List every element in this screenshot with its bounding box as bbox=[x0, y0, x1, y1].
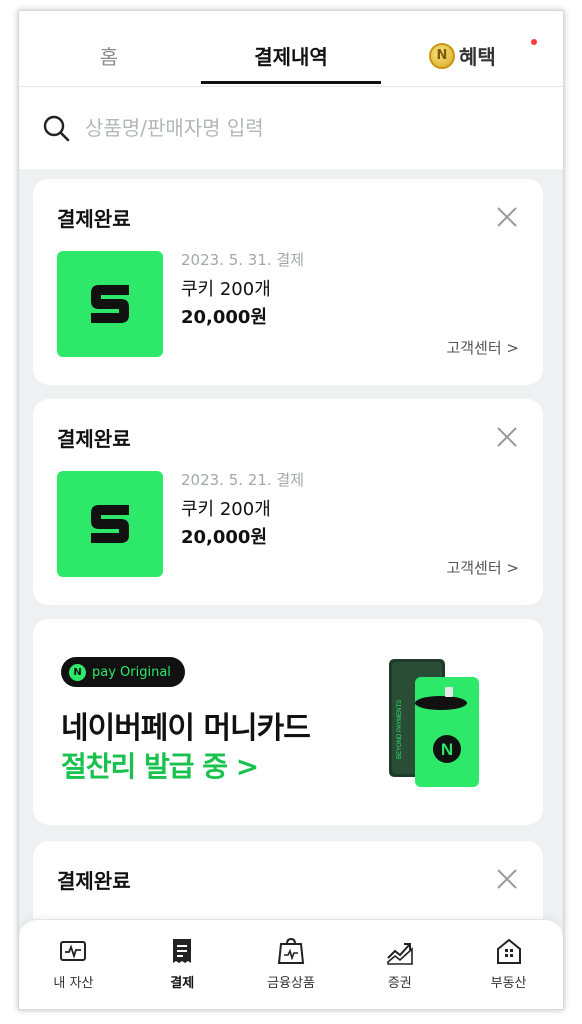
payment-status: 결제완료 bbox=[57, 869, 131, 893]
merchant-logo[interactable] bbox=[57, 471, 163, 577]
nav-label: 증권 bbox=[387, 976, 412, 991]
nav-label: 내 자산 bbox=[53, 976, 94, 991]
nav-payments[interactable]: 결제 bbox=[128, 920, 237, 1009]
payment-card[interactable]: 결제완료 2023. 5. 21. 결제 쿠키 200개 20,000원 고객센… bbox=[33, 399, 543, 605]
house-icon bbox=[496, 938, 521, 964]
payment-status: 결제완료 bbox=[57, 427, 131, 451]
close-icon[interactable] bbox=[495, 205, 519, 229]
merchant-s-icon bbox=[91, 285, 129, 323]
customer-center-link[interactable]: 고객센터 > bbox=[446, 337, 519, 358]
banner-subtitle[interactable]: 절찬리 발급 중 > bbox=[61, 745, 259, 785]
customer-center-link[interactable]: 고객센터 > bbox=[446, 557, 519, 578]
money-card-illustration: BEYOND PAYMENTS N bbox=[389, 659, 479, 787]
badge-label: pay Original bbox=[92, 664, 171, 680]
close-icon[interactable] bbox=[495, 867, 519, 891]
search-input[interactable] bbox=[85, 116, 465, 140]
active-tab-indicator bbox=[201, 81, 381, 84]
merchant-logo[interactable] bbox=[57, 251, 163, 357]
wallet-chart-icon bbox=[60, 941, 87, 961]
item-price: 20,000원 bbox=[181, 527, 268, 548]
coin-icon: N bbox=[429, 42, 455, 69]
tab-benefits-label: 혜택 bbox=[459, 45, 496, 69]
item-name: 쿠키 200개 bbox=[181, 279, 271, 300]
item-price: 20,000원 bbox=[181, 307, 268, 328]
tab-benefits[interactable]: N 혜택 bbox=[429, 39, 539, 70]
tab-home[interactable]: 홈 bbox=[74, 41, 144, 70]
payment-date: 2023. 5. 31. 결제 bbox=[181, 251, 305, 269]
search-bar bbox=[19, 87, 563, 169]
app-screen: 홈 결제내역 N 혜택 결제완료 2023. 5. 31. 결제 쿠키 200개 bbox=[18, 10, 564, 1010]
nav-label: 금융상품 bbox=[267, 976, 315, 991]
nav-label: 부동산 bbox=[490, 976, 527, 991]
nav-stocks[interactable]: 증권 bbox=[345, 920, 454, 1009]
bottom-navigation: 내 자산 결제 금융상품 증권 부동산 bbox=[19, 919, 563, 1009]
card-vertical-text: BEYOND PAYMENTS bbox=[397, 700, 403, 759]
money-card-banner[interactable]: N pay Original 네이버페이 머니카드 절찬리 발급 중 > BEY… bbox=[33, 619, 543, 825]
payment-date: 2023. 5. 21. 결제 bbox=[181, 471, 305, 489]
nav-real-estate[interactable]: 부동산 bbox=[454, 920, 563, 1009]
bag-chart-icon bbox=[277, 937, 305, 964]
card-n-letter: N bbox=[441, 740, 453, 759]
close-icon[interactable] bbox=[495, 425, 519, 449]
tab-payments[interactable]: 결제내역 bbox=[201, 41, 381, 70]
search-icon[interactable] bbox=[41, 113, 71, 143]
top-tab-bar: 홈 결제내역 N 혜택 bbox=[19, 11, 563, 87]
merchant-s-icon bbox=[91, 505, 129, 543]
banner-title: 네이버페이 머니카드 bbox=[61, 711, 311, 746]
npay-original-badge: N pay Original bbox=[61, 657, 185, 687]
payment-status: 결제완료 bbox=[57, 207, 131, 231]
receipt-icon bbox=[173, 939, 192, 963]
payment-card[interactable]: 결제완료 2023. 5. 31. 결제 쿠키 200개 20,000원 고객센… bbox=[33, 179, 543, 385]
nav-my-assets[interactable]: 내 자산 bbox=[19, 920, 128, 1009]
nav-financial-products[interactable]: 금융상품 bbox=[237, 920, 346, 1009]
item-name: 쿠키 200개 bbox=[181, 499, 271, 520]
npay-n-icon: N bbox=[69, 663, 86, 681]
stock-up-icon bbox=[386, 943, 413, 965]
notification-dot bbox=[531, 39, 537, 45]
nav-label: 결제 bbox=[170, 976, 195, 991]
